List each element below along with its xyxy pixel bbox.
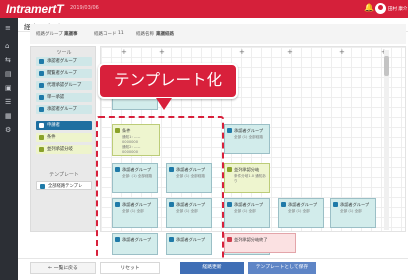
name-label: 経路名称 [136,32,154,37]
template-icon [40,184,45,189]
branch-end-icon [227,237,232,242]
add-column-icon[interactable]: + [121,48,127,56]
node-parallel-branch-end[interactable]: 並列承認分岐終了 [224,233,296,253]
route-icon[interactable]: ⇆ [5,56,11,64]
tool-single-approval[interactable]: 単一承認 [36,93,92,102]
back-to-list-button[interactable]: ← 一覧に戻る [30,262,96,274]
version-text: 2019/03/06 [70,5,99,11]
user-icon [39,123,44,128]
tool-approver-group-2[interactable]: 承認者グループ [36,105,92,114]
node-approver-group[interactable]: 承認者グループ 全部 (1) 全部 [224,198,270,228]
group-icon [39,107,44,112]
template-callout: テンプレート化 [98,63,238,99]
tools-heading: ツール [56,50,72,56]
add-column-icon[interactable]: + [159,48,165,56]
node-parallel-branch[interactable]: 並列承認分岐 条件分岐1.0 通知あり [224,163,270,193]
bell-icon[interactable]: 🔔 [364,4,374,12]
avatar[interactable] [375,3,386,14]
top-bar: IntramertT 2019/03/06 🔔 田村 康介 [0,0,408,18]
folder-icon[interactable]: ▣ [5,84,12,92]
template-selection-outline [96,116,224,262]
branch-icon [39,147,44,152]
user-icon [39,95,44,100]
branch-icon [227,167,232,172]
templates-heading: テンプレート [49,172,79,178]
code-value: 11 [118,31,124,36]
tool-viewer-group[interactable]: 閲覧者グループ [36,69,92,78]
menu-icon[interactable]: ≡ [5,24,11,32]
group-label: 経路グループ [36,32,63,37]
node-approver-group[interactable]: 承認者グループ 全部 (1) 全部経路 [224,124,270,154]
tool-proxy-group[interactable]: 代理承認グループ [36,81,92,90]
chart-icon[interactable]: ▦ [5,112,12,120]
add-column-icon[interactable]: + [239,48,245,56]
group-icon [227,128,232,133]
gear-icon[interactable]: ⚙ [5,126,11,134]
group-icon [281,202,286,207]
condition-icon [39,135,44,140]
tool-approver-group[interactable]: 承認者グループ [36,57,92,66]
tool-applicant[interactable]: 申請者 [36,121,92,130]
add-column-icon[interactable]: + [339,48,345,56]
group-icon [227,202,232,207]
route-info-bar: 経路グループ 稟議事 経路コード 11 経路名称 稟議経路 [30,24,406,44]
side-rail: ≡ ⌂ ⇆ ▤ ▣ ☰ ▦ ⚙ [0,18,18,280]
user-name[interactable]: 田村 康介 [388,6,407,12]
group-icon [333,202,338,207]
add-column-icon[interactable]: + [287,48,293,56]
brand-logo: IntramertT [6,2,64,16]
group-icon [39,83,44,88]
node-approver-group[interactable]: 承認者グループ 全部 (1) 全部 [278,198,324,228]
canvas-scrollbar[interactable] [384,50,389,230]
node-approver-group[interactable]: 承認者グループ 全部 (1) 全部 [330,198,376,228]
name-value: 稟議経路 [156,32,174,37]
scrollbar-thumb[interactable] [384,56,389,76]
callout-pointer [156,98,172,110]
save-as-template-button[interactable]: テンプレートとして保存 [248,262,316,274]
update-route-button[interactable]: 経路更新 [180,262,244,274]
code-label: 経路コード [94,32,117,37]
home-icon[interactable]: ⌂ [5,42,9,50]
group-value: 稟議事 [64,32,78,37]
reset-button[interactable]: リセット [100,262,160,274]
document-icon[interactable]: ▤ [5,70,12,78]
group-icon [39,59,44,64]
tool-parallel-branch[interactable]: 並列承認分岐 [36,145,92,154]
tool-panel: ツール 承認者グループ 閲覧者グループ 代理承認グループ 単一承認 承認者グルー… [30,46,96,232]
template-item[interactable]: 全部経路テンプレ [36,181,92,190]
tool-condition[interactable]: 条件 [36,133,92,142]
list-icon[interactable]: ☰ [5,98,11,106]
group-icon [39,71,44,76]
